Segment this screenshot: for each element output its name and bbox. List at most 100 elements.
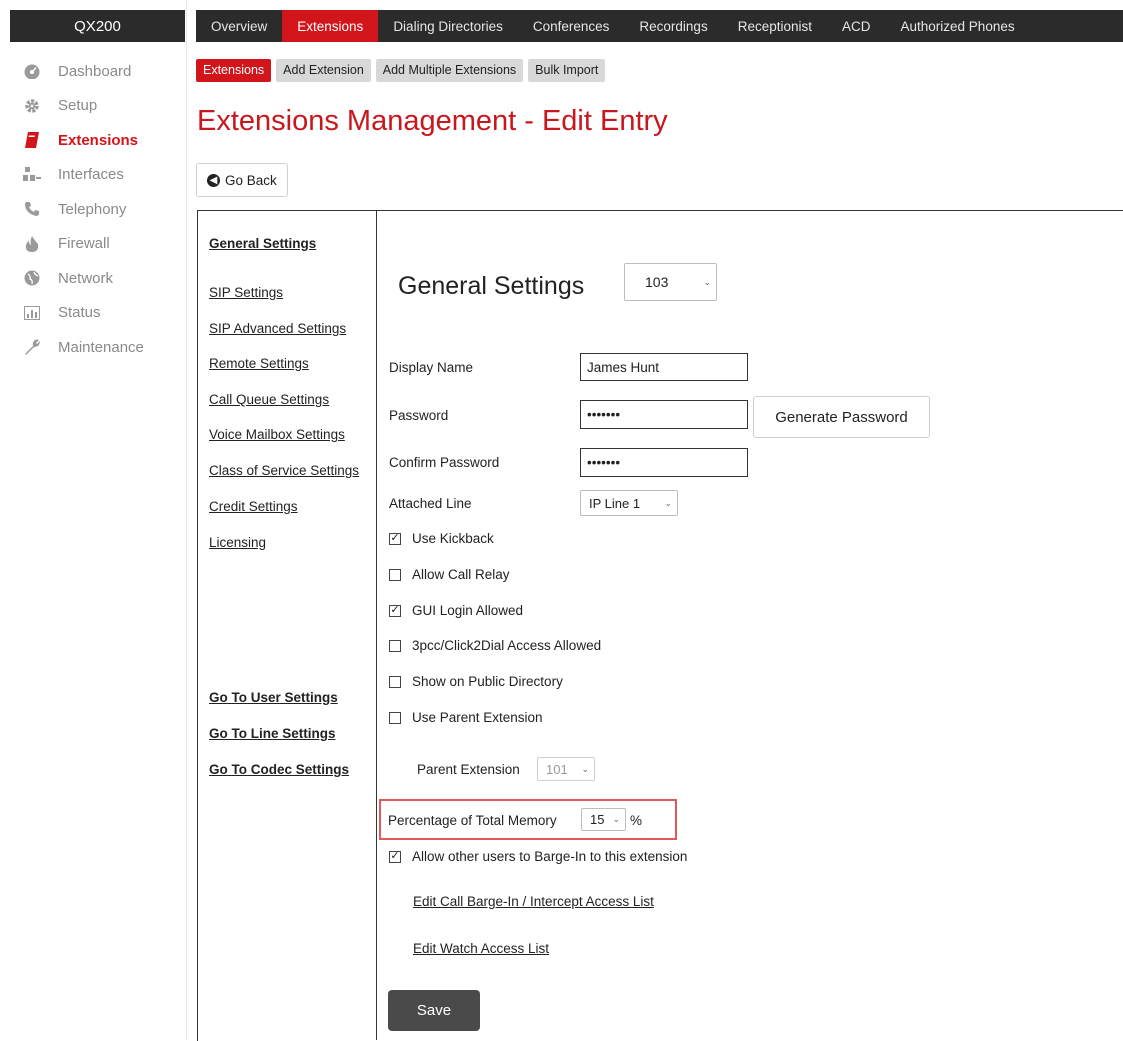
checkbox-label: Allow other users to Barge-In to this ex… (412, 849, 688, 864)
goto-line-settings-link[interactable]: Go To Line Settings (209, 726, 336, 741)
go-back-label: Go Back (225, 172, 277, 188)
subtab-add-multiple-extensions[interactable]: Add Multiple Extensions (375, 59, 524, 82)
memory-unit: % (630, 813, 643, 828)
page-title: Extensions Management - Edit Entry (197, 105, 668, 137)
goto-user-settings-link[interactable]: Go To User Settings (209, 690, 338, 705)
sidebar-item-label: Dashboard (58, 62, 132, 80)
extension-select[interactable]: 103 ⌄ (624, 263, 717, 301)
subtab-extensions[interactable]: Extensions (196, 59, 272, 82)
chevron-down-icon: ⌄ (612, 814, 620, 824)
checkbox-unchecked (389, 639, 401, 652)
section-title: General Settings (398, 272, 585, 300)
settings-nav-sip[interactable]: SIP Settings (209, 285, 283, 300)
checkbox-label: Use Kickback (412, 531, 494, 546)
sidebar-item-label: Setup (58, 97, 98, 115)
chevron-down-icon: ⌄ (664, 497, 672, 508)
tab-recordings[interactable]: Recordings (624, 10, 722, 42)
edit-watch-access-list-link[interactable]: Edit Watch Access List (413, 941, 549, 956)
password-label: Password (389, 408, 449, 423)
tab-authorized-phones[interactable]: Authorized Phones (886, 10, 1030, 42)
settings-nav-call-queue[interactable]: Call Queue Settings (209, 392, 329, 407)
sidebar-item-label: Telephony (58, 200, 127, 218)
password-field[interactable]: ••••••• (580, 400, 748, 429)
tab-acd[interactable]: ACD (827, 10, 886, 42)
brand-logo: QX200 (10, 10, 185, 42)
goto-codec-settings-link[interactable]: Go To Codec Settings (209, 762, 349, 777)
sidebar-item-label: Maintenance (58, 338, 144, 356)
settings-nav-voice-mailbox[interactable]: Voice Mailbox Settings (209, 427, 345, 442)
attached-line-value: IP Line 1 (589, 495, 641, 511)
gui-login-allowed-checkbox[interactable]: ✓ GUI Login Allowed (389, 603, 523, 618)
settings-nav-licensing[interactable]: Licensing (209, 535, 266, 550)
memory-percentage-value: 15 (590, 812, 605, 827)
sidebar-item-telephony[interactable]: Telephony (0, 192, 185, 227)
generate-password-button[interactable]: Generate Password (753, 396, 930, 438)
book-icon (22, 131, 42, 149)
memory-percentage-label: Percentage of Total Memory (388, 813, 557, 828)
use-parent-extension-checkbox[interactable]: Use Parent Extension (389, 710, 543, 725)
checkbox-label: Allow Call Relay (412, 567, 510, 582)
checkbox-label: 3pcc/Click2Dial Access Allowed (412, 638, 602, 653)
show-on-public-directory-checkbox[interactable]: Show on Public Directory (389, 674, 563, 689)
top-navbar: Overview Extensions Dialing Directories … (196, 10, 1123, 42)
settings-nav-class-of-service[interactable]: Class of Service Settings (209, 463, 359, 478)
sidebar-item-setup[interactable]: Setup (0, 89, 185, 124)
sidebar-item-dashboard[interactable]: Dashboard (0, 54, 185, 89)
sidebar: Dashboard Setup Extensions Interfaces Te… (0, 54, 185, 365)
bar-chart-icon (22, 304, 42, 322)
checkbox-label: GUI Login Allowed (412, 603, 524, 618)
confirm-password-field[interactable]: ••••••• (580, 448, 748, 477)
chevron-down-icon: ⌄ (703, 276, 711, 287)
checkbox-label: Use Parent Extension (412, 710, 543, 725)
checkbox-checked: ✓ (389, 850, 401, 863)
go-back-button[interactable]: ◀ Go Back (196, 163, 288, 197)
use-kickback-checkbox[interactable]: ✓ Use Kickback (389, 531, 494, 546)
arrow-left-circle-icon: ◀ (207, 173, 220, 187)
tab-conferences[interactable]: Conferences (518, 10, 625, 42)
checkbox-unchecked (389, 711, 401, 724)
sidebar-divider (186, 0, 187, 1040)
checkbox-checked: ✓ (389, 532, 401, 545)
parent-extension-select[interactable]: 101 ⌄ (537, 757, 595, 781)
checkbox-checked: ✓ (389, 604, 401, 617)
tab-dialing-directories[interactable]: Dialing Directories (378, 10, 518, 42)
tab-overview[interactable]: Overview (196, 10, 282, 42)
save-button[interactable]: Save (388, 990, 480, 1031)
chevron-down-icon: ⌄ (581, 763, 589, 774)
settings-nav-divider (376, 210, 377, 1040)
sidebar-item-status[interactable]: Status (0, 296, 185, 331)
sidebar-item-maintenance[interactable]: Maintenance (0, 330, 185, 365)
sidebar-item-extensions[interactable]: Extensions (0, 123, 185, 158)
parent-extension-label: Parent Extension (417, 762, 520, 777)
sub-tabs: Extensions Add Extension Add Multiple Ex… (196, 59, 606, 82)
tab-receptionist[interactable]: Receptionist (723, 10, 827, 42)
allow-barge-in-checkbox[interactable]: ✓ Allow other users to Barge-In to this … (389, 849, 687, 864)
sidebar-item-firewall[interactable]: Firewall (0, 227, 185, 262)
display-name-field[interactable]: James Hunt (580, 353, 748, 381)
sidebar-item-interfaces[interactable]: Interfaces (0, 158, 185, 193)
click2dial-access-checkbox[interactable]: 3pcc/Click2Dial Access Allowed (389, 638, 601, 653)
subtab-add-extension[interactable]: Add Extension (276, 59, 371, 82)
sidebar-item-network[interactable]: Network (0, 261, 185, 296)
gear-icon (22, 97, 42, 115)
dashboard-icon (22, 62, 42, 80)
interfaces-icon (22, 166, 42, 184)
settings-nav-credit[interactable]: Credit Settings (209, 499, 298, 514)
settings-nav-remote[interactable]: Remote Settings (209, 356, 309, 371)
phone-icon (22, 200, 42, 218)
tab-extensions[interactable]: Extensions (282, 10, 379, 42)
settings-nav-sip-advanced[interactable]: SIP Advanced Settings (209, 321, 346, 336)
attached-line-select[interactable]: IP Line 1 ⌄ (580, 490, 678, 516)
fire-icon (22, 235, 42, 253)
wrench-icon (22, 338, 42, 356)
settings-nav-general[interactable]: General Settings (209, 236, 316, 251)
sidebar-item-label: Status (58, 304, 101, 322)
extension-select-value: 103 (645, 274, 669, 290)
sidebar-item-label: Firewall (58, 235, 110, 253)
checkbox-unchecked (389, 675, 401, 688)
subtab-bulk-import[interactable]: Bulk Import (528, 59, 606, 82)
allow-call-relay-checkbox[interactable]: Allow Call Relay (389, 567, 510, 582)
memory-percentage-select[interactable]: 15 ⌄ (581, 808, 626, 831)
edit-barge-in-access-list-link[interactable]: Edit Call Barge-In / Intercept Access Li… (413, 894, 654, 909)
checkbox-label: Show on Public Directory (412, 674, 563, 689)
